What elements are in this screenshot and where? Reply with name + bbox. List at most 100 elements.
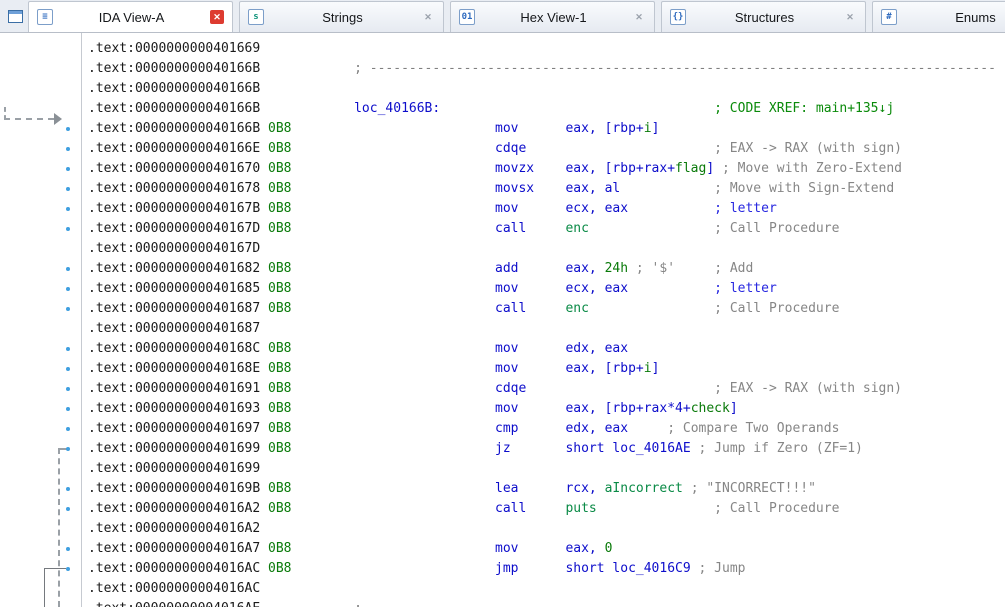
code-segment: ; Call Procedure	[714, 301, 840, 316]
code-segment: mov	[495, 401, 519, 416]
instruction-dot	[66, 167, 70, 171]
code-segment: 0B8	[268, 161, 292, 176]
instruction-dot	[66, 487, 70, 491]
code-segment: ; Add	[714, 261, 754, 276]
window-list-icon[interactable]	[2, 0, 28, 32]
disasm-line[interactable]: .text:000000000040166B 0B8 mov eax, [rbp…	[88, 119, 1005, 139]
disasm-line[interactable]: .text:0000000000401687	[88, 319, 1005, 339]
hex-icon: 01	[459, 9, 475, 25]
tab-ida-view-a[interactable]: ≡ IDA View-A ✕	[28, 1, 233, 32]
close-tab-icon[interactable]: ✕	[210, 10, 224, 24]
code-segment: 0B8	[268, 541, 292, 556]
code-segment: 24h	[604, 261, 629, 276]
code-segment: .text:000000000040166B	[88, 61, 261, 76]
code-segment: .text:00000000004016AE	[88, 601, 260, 607]
disasm-line[interactable]: .text:000000000040168E 0B8 mov eax, [rbp…	[88, 359, 1005, 379]
code-segment: .text:000000000040166B	[88, 101, 261, 116]
disasm-line[interactable]: .text:0000000000401699 0B8 jz short loc_…	[88, 439, 1005, 459]
disasm-line[interactable]: .text:00000000004016A2	[88, 519, 1005, 539]
instruction-dot	[66, 187, 70, 191]
close-tab-icon[interactable]: ✕	[843, 10, 857, 24]
disasm-line[interactable]: .text:0000000000401678 0B8 movsx eax, al…	[88, 179, 1005, 199]
code-segment: 0B8	[268, 481, 292, 496]
code-segment: call	[495, 301, 527, 316]
disasm-line[interactable]: .text:0000000000401687 0B8 call enc ; Ca…	[88, 299, 1005, 319]
disasm-line[interactable]: .text:00000000004016A7 0B8 mov eax, 0	[88, 539, 1005, 559]
disasm-line[interactable]: .text:0000000000401697 0B8 cmp edx, eax …	[88, 419, 1005, 439]
incoming-jump-arrow	[4, 118, 54, 120]
disasm-line[interactable]: .text:000000000040166B ; ---------------…	[88, 59, 1005, 79]
code-segment: cmp	[495, 421, 519, 436]
code-segment: mov	[495, 121, 519, 136]
code-segment: 0B8	[268, 401, 292, 416]
disasm-line[interactable]: .text:000000000040167D 0B8 call enc ; Ca…	[88, 219, 1005, 239]
disasm-line[interactable]: .text:000000000040166B	[88, 79, 1005, 99]
disasm-line[interactable]: .text:000000000040168C 0B8 mov edx, eax	[88, 339, 1005, 359]
disassembly-listing[interactable]: .text:0000000000401669 .text:000000000040…	[82, 33, 1005, 607]
code-segment: i	[643, 121, 652, 136]
code-segment: ;	[354, 601, 370, 607]
disasm-line[interactable]: .text:0000000000401699	[88, 459, 1005, 479]
code-segment: .text:0000000000401670	[88, 161, 261, 176]
close-tab-icon[interactable]: ✕	[632, 10, 646, 24]
instruction-dot	[66, 307, 70, 311]
disasm-line[interactable]: .text:00000000004016AE ; ---------------…	[88, 599, 1005, 607]
code-segment: eax, [rbp+rax+	[565, 161, 676, 176]
code-segment: enc	[565, 301, 589, 316]
disasm-line[interactable]: .text:00000000004016A2 0B8 call puts ; C…	[88, 499, 1005, 519]
disasm-line[interactable]: .text:000000000040169B 0B8 lea rcx, aInc…	[88, 479, 1005, 499]
instruction-dot	[66, 207, 70, 211]
code-segment: .text:0000000000401678	[88, 181, 261, 196]
code-segment: .text:00000000004016A2	[88, 521, 261, 536]
disasm-line[interactable]: .text:0000000000401693 0B8 mov eax, [rbp…	[88, 399, 1005, 419]
structures-icon: {}	[670, 9, 686, 25]
instruction-dot	[66, 127, 70, 131]
tab-structures[interactable]: {} Structures ✕	[661, 1, 866, 32]
disasm-line[interactable]: .text:000000000040167D	[88, 239, 1005, 259]
close-tab-icon[interactable]: ✕	[421, 10, 435, 24]
tab-enums[interactable]: #Enums✕	[872, 1, 1005, 32]
jmp-jump-arrow	[44, 568, 45, 607]
code-segment: eax, [rbp+rax*4+	[565, 401, 691, 416]
code-segment: puts	[565, 501, 597, 516]
disasm-line[interactable]: .text:0000000000401669	[88, 39, 1005, 59]
jump-arrowhead-icon	[54, 113, 62, 125]
tab-hex-view-1[interactable]: 01 Hex View-1 ✕	[450, 1, 655, 32]
code-segment: jz	[495, 441, 511, 456]
disasm-line[interactable]: .text:0000000000401691 0B8 cdqe ; EAX ->…	[88, 379, 1005, 399]
disasm-line[interactable]: .text:000000000040167B 0B8 mov ecx, eax …	[88, 199, 1005, 219]
disasm-line[interactable]: .text:0000000000401685 0B8 mov ecx, eax …	[88, 279, 1005, 299]
tab-strings[interactable]: s Strings ✕	[239, 1, 444, 32]
disasm-line[interactable]: .text:000000000040166B loc_40166B: ; COD…	[88, 99, 1005, 119]
code-segment: movsx	[495, 181, 535, 196]
disasm-line[interactable]: .text:00000000004016AC 0B8 jmp short loc…	[88, 559, 1005, 579]
code-segment: .text:000000000040167D	[88, 221, 261, 236]
code-segment: rcx,	[565, 481, 605, 496]
code-segment: mov	[495, 341, 519, 356]
disasm-line[interactable]: .text:00000000004016AC	[88, 579, 1005, 599]
code-segment: ----------------------------------------…	[370, 601, 996, 607]
disasm-line[interactable]: .text:000000000040166E 0B8 cdqe ; EAX ->…	[88, 139, 1005, 159]
code-segment: .text:0000000000401685	[88, 281, 261, 296]
jump-arrow-gutter	[0, 33, 82, 607]
disasm-line[interactable]: .text:0000000000401670 0B8 movzx eax, [r…	[88, 159, 1005, 179]
disasm-line[interactable]: .text:0000000000401682 0B8 add eax, 24h …	[88, 259, 1005, 279]
